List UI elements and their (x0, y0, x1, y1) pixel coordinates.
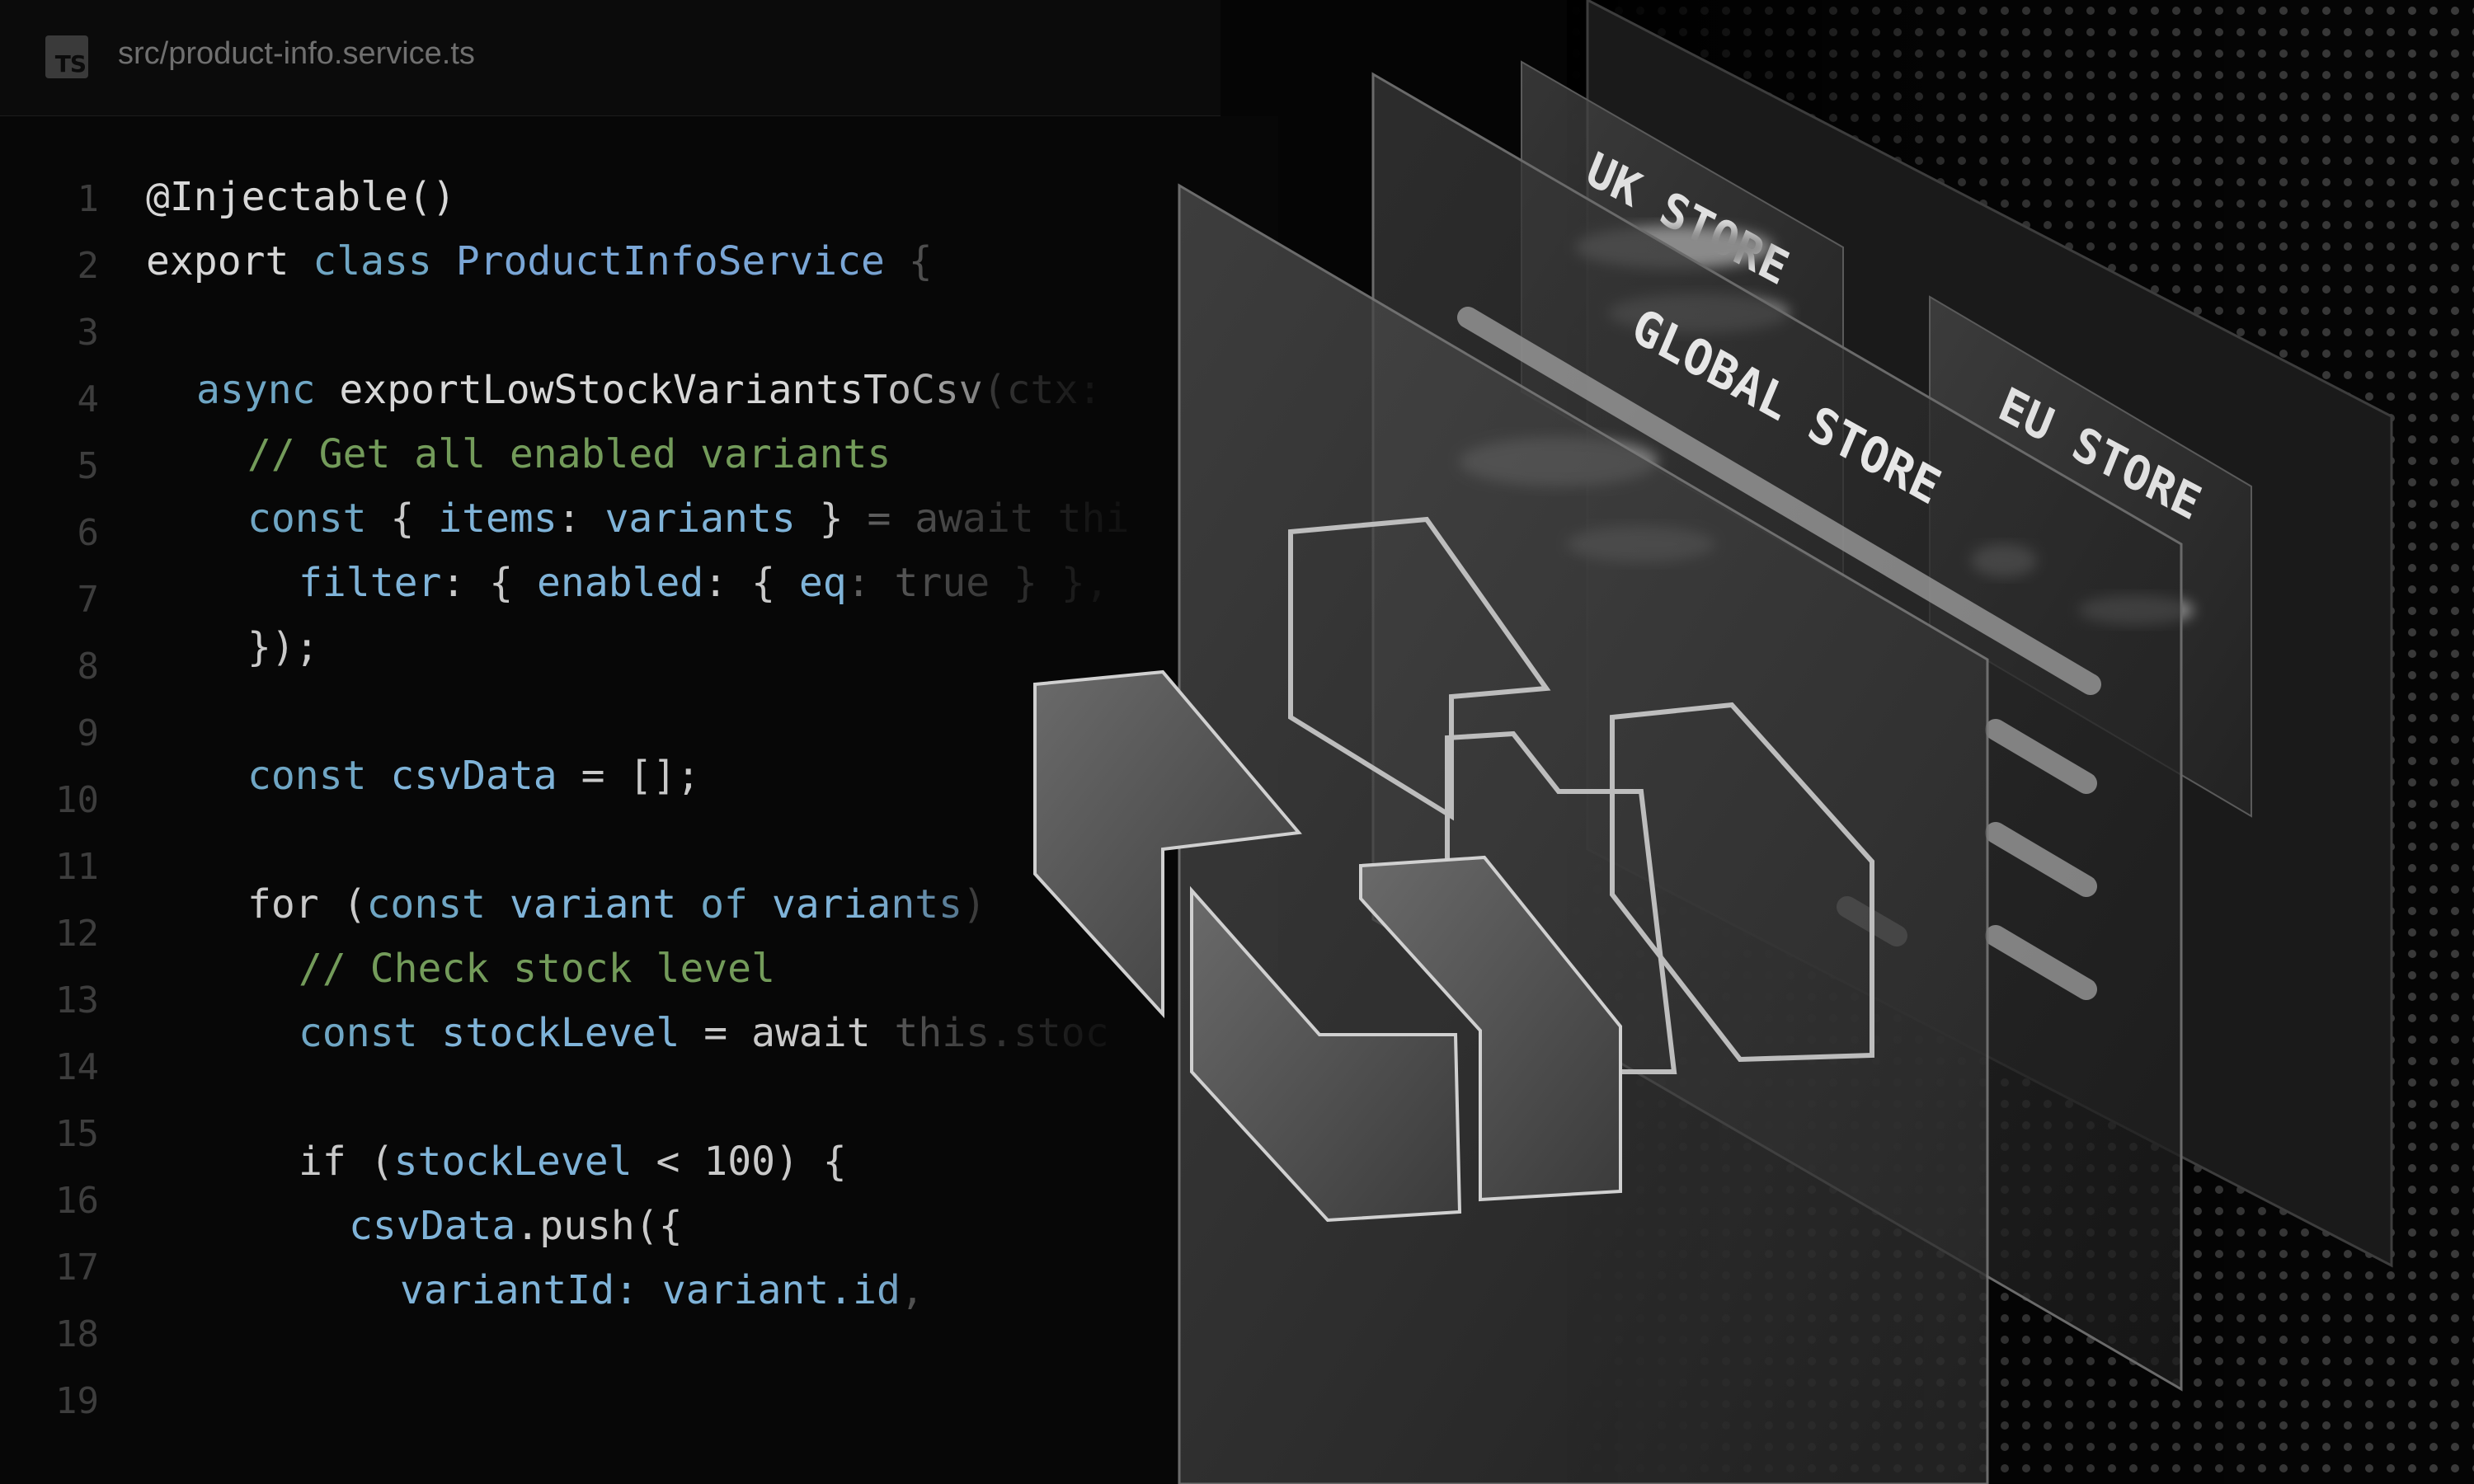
store-layers-illustration: EU STORE UK STORE GLOBAL STORE (1033, 0, 2474, 1484)
